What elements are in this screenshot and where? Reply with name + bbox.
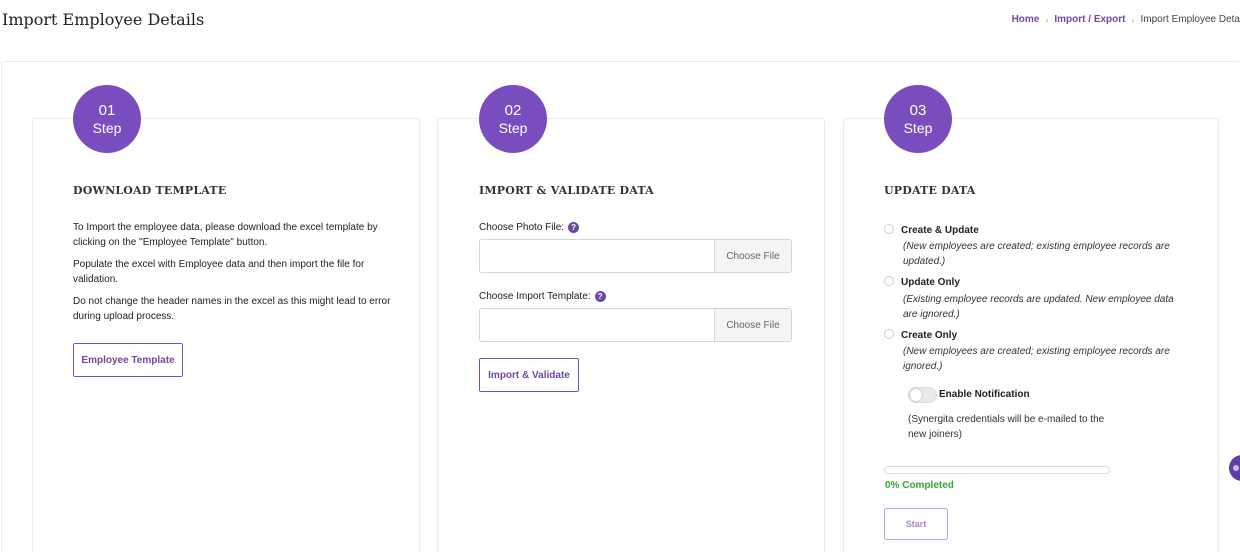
enable-notification-label: Enable Notification bbox=[939, 389, 1030, 400]
download-template-heading: DOWNLOAD TEMPLATE bbox=[73, 184, 227, 197]
import-validate-heading: IMPORT & VALIDATE DATA bbox=[479, 184, 654, 197]
step-word: Step bbox=[92, 119, 122, 136]
help-widget-icon bbox=[1233, 465, 1239, 471]
update-only-radio[interactable] bbox=[884, 276, 894, 286]
photo-file-label-text: Choose Photo File: bbox=[479, 222, 565, 233]
step-word: Step bbox=[903, 119, 933, 136]
step-badge-3: 03 Step bbox=[884, 85, 952, 153]
step-badge-1: 01 Step bbox=[73, 85, 141, 153]
breadcrumb-import-export-link[interactable]: Import / Export bbox=[1054, 14, 1125, 25]
step-number: 03 bbox=[909, 101, 927, 119]
update-only-note: (Existing employee records are updated. … bbox=[903, 294, 1174, 320]
start-button[interactable]: Start bbox=[884, 508, 948, 540]
choose-photo-file-button[interactable]: Choose File bbox=[714, 240, 791, 272]
progress-status: 0% Completed bbox=[885, 480, 954, 491]
step-badge-2: 02 Step bbox=[479, 85, 547, 153]
create-update-label: Create & Update bbox=[901, 225, 979, 236]
progress-bar bbox=[884, 466, 1110, 474]
chevron-right-icon: › bbox=[1045, 14, 1049, 25]
chevron-right-icon: › bbox=[1131, 14, 1135, 25]
create-update-note: (New employees are created; existing emp… bbox=[903, 241, 1170, 267]
create-update-radio[interactable] bbox=[884, 224, 894, 234]
instruction-paragraph: To Import the employee data, please down… bbox=[73, 222, 378, 248]
help-icon[interactable]: ? bbox=[568, 222, 580, 233]
step-word: Step bbox=[498, 119, 528, 136]
update-only-label: Update Only bbox=[901, 277, 960, 288]
import-template-input[interactable]: Choose File bbox=[479, 308, 792, 342]
step-number: 01 bbox=[98, 101, 116, 119]
employee-template-button[interactable]: Employee Template bbox=[73, 343, 183, 377]
import-validate-button[interactable]: Import & Validate bbox=[479, 358, 579, 392]
breadcrumb-current: Import Employee Deta bbox=[1140, 14, 1240, 25]
page-title: Import Employee Details bbox=[2, 10, 205, 29]
import-template-label: Choose Import Template: ? bbox=[479, 291, 606, 302]
photo-file-input[interactable]: Choose File bbox=[479, 239, 792, 273]
toggle-knob bbox=[910, 389, 922, 401]
import-template-label-text: Choose Import Template: bbox=[479, 291, 591, 302]
instruction-paragraph: Populate the excel with Employee data an… bbox=[73, 259, 365, 285]
enable-notification-toggle[interactable] bbox=[908, 387, 937, 403]
breadcrumb-home-link[interactable]: Home bbox=[1012, 14, 1040, 25]
step-number: 02 bbox=[504, 101, 522, 119]
update-data-heading: UPDATE DATA bbox=[884, 184, 976, 197]
photo-file-label: Choose Photo File: ? bbox=[479, 222, 580, 233]
create-only-radio[interactable] bbox=[884, 329, 894, 339]
create-only-label: Create Only bbox=[901, 330, 958, 341]
notification-note: (Synergita credentials will be e-mailed … bbox=[908, 414, 1105, 440]
instruction-paragraph: Do not change the header names in the ex… bbox=[73, 296, 391, 322]
help-icon[interactable]: ? bbox=[594, 291, 606, 302]
create-only-note: (New employees are created; existing emp… bbox=[903, 346, 1170, 372]
breadcrumb: Home › Import / Export › Import Employee… bbox=[1012, 14, 1240, 25]
choose-template-file-button[interactable]: Choose File bbox=[714, 309, 791, 341]
